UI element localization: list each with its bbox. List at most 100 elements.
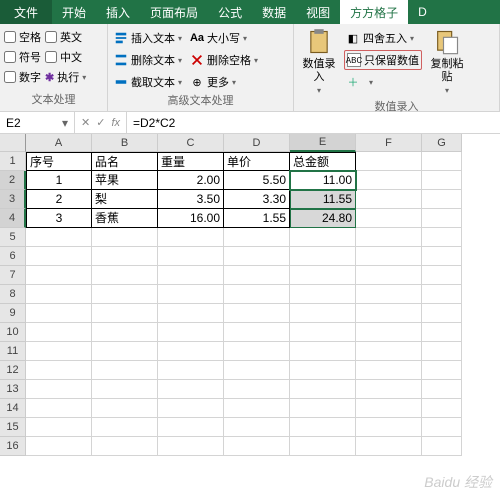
cell-G14[interactable] — [422, 399, 462, 418]
chk-english[interactable]: 英文 — [45, 28, 86, 46]
cell-C8[interactable] — [158, 285, 224, 304]
row-head-13[interactable]: 13 — [0, 380, 26, 399]
btn-del-space[interactable]: 删除空格 ▾ — [188, 50, 260, 70]
cell-E1[interactable]: 总金额 — [290, 152, 356, 171]
tab-file[interactable]: 文件 — [0, 0, 52, 24]
cell-B9[interactable] — [92, 304, 158, 323]
row-head-5[interactable]: 5 — [0, 228, 26, 247]
cell-A9[interactable] — [26, 304, 92, 323]
col-A[interactable]: A — [26, 134, 92, 152]
tab-insert[interactable]: 插入 — [96, 0, 140, 24]
col-E[interactable]: E — [290, 134, 356, 152]
chk-number[interactable]: 数字 — [4, 68, 41, 86]
cell-C12[interactable] — [158, 361, 224, 380]
cell-B14[interactable] — [92, 399, 158, 418]
cell-G15[interactable] — [422, 418, 462, 437]
cell-D5[interactable] — [224, 228, 290, 247]
fx-icon[interactable]: fx — [111, 117, 120, 129]
tab-d[interactable]: D — [408, 0, 437, 24]
tab-view[interactable]: 视图 — [296, 0, 340, 24]
cell-G6[interactable] — [422, 247, 462, 266]
cell-E2[interactable]: 11.00 — [290, 171, 356, 190]
cell-F6[interactable] — [356, 247, 422, 266]
cell-G7[interactable] — [422, 266, 462, 285]
tab-ffgz[interactable]: 方方格子 — [340, 0, 408, 24]
cell-E3[interactable]: 11.55 — [290, 190, 356, 209]
row-head-2[interactable]: 2 — [0, 171, 26, 190]
cell-D4[interactable]: 1.55 — [224, 209, 290, 228]
cell-B5[interactable] — [92, 228, 158, 247]
cell-A6[interactable] — [26, 247, 92, 266]
cell-E4[interactable]: 24.80 — [290, 209, 356, 228]
row-head-11[interactable]: 11 — [0, 342, 26, 361]
cell-A16[interactable] — [26, 437, 92, 456]
cell-E5[interactable] — [290, 228, 356, 247]
cell-E11[interactable] — [290, 342, 356, 361]
cell-D1[interactable]: 单价 — [224, 152, 290, 171]
row-head-9[interactable]: 9 — [0, 304, 26, 323]
cell-F10[interactable] — [356, 323, 422, 342]
cell-F11[interactable] — [356, 342, 422, 361]
cell-B11[interactable] — [92, 342, 158, 361]
cell-A8[interactable] — [26, 285, 92, 304]
cell-G2[interactable] — [422, 171, 462, 190]
cell-F1[interactable] — [356, 152, 422, 171]
cell-C6[interactable] — [158, 247, 224, 266]
tab-home[interactable]: 开始 — [52, 0, 96, 24]
tab-pagelayout[interactable]: 页面布局 — [140, 0, 208, 24]
chk-symbol[interactable]: 符号 — [4, 48, 41, 66]
btn-more[interactable]: ⊕更多 ▾ — [188, 72, 260, 92]
cell-C1[interactable]: 重量 — [158, 152, 224, 171]
cell-G1[interactable] — [422, 152, 462, 171]
cell-G10[interactable] — [422, 323, 462, 342]
cell-G13[interactable] — [422, 380, 462, 399]
cell-D15[interactable] — [224, 418, 290, 437]
btn-execute[interactable]: ✱执行▾ — [45, 68, 86, 86]
cell-F8[interactable] — [356, 285, 422, 304]
row-head-15[interactable]: 15 — [0, 418, 26, 437]
cell-B6[interactable] — [92, 247, 158, 266]
cell-F5[interactable] — [356, 228, 422, 247]
row-head-3[interactable]: 3 — [0, 190, 26, 209]
cell-A1[interactable]: 序号 — [26, 152, 92, 171]
cell-A3[interactable]: 2 — [26, 190, 92, 209]
cell-G9[interactable] — [422, 304, 462, 323]
row-head-4[interactable]: 4 — [0, 209, 26, 228]
chk-space[interactable]: 空格 — [4, 28, 41, 46]
tab-formulas[interactable]: 公式 — [208, 0, 252, 24]
cell-A5[interactable] — [26, 228, 92, 247]
cell-D16[interactable] — [224, 437, 290, 456]
cell-F2[interactable] — [356, 171, 422, 190]
chk-chinese[interactable]: 中文 — [45, 48, 86, 66]
row-head-12[interactable]: 12 — [0, 361, 26, 380]
cell-G8[interactable] — [422, 285, 462, 304]
btn-insert-text[interactable]: 插入文本 ▾ — [112, 28, 184, 48]
cell-D2[interactable]: 5.50 — [224, 171, 290, 190]
row-head-7[interactable]: 7 — [0, 266, 26, 285]
col-C[interactable]: C — [158, 134, 224, 152]
cell-F14[interactable] — [356, 399, 422, 418]
cell-A2[interactable]: 1 — [26, 171, 92, 190]
cell-A14[interactable] — [26, 399, 92, 418]
btn-keep-value[interactable]: ABC只保留数值 — [344, 50, 422, 70]
cell-F4[interactable] — [356, 209, 422, 228]
row-head-1[interactable]: 1 — [0, 152, 26, 171]
row-head-14[interactable]: 14 — [0, 399, 26, 418]
name-box[interactable]: E2▾ — [0, 112, 75, 133]
cell-F15[interactable] — [356, 418, 422, 437]
cell-B4[interactable]: 香蕉 — [92, 209, 158, 228]
cell-B7[interactable] — [92, 266, 158, 285]
tab-data[interactable]: 数据 — [252, 0, 296, 24]
cell-B2[interactable]: 苹果 — [92, 171, 158, 190]
cell-B13[interactable] — [92, 380, 158, 399]
cell-G5[interactable] — [422, 228, 462, 247]
cell-C5[interactable] — [158, 228, 224, 247]
select-all-corner[interactable] — [0, 134, 26, 152]
cell-E8[interactable] — [290, 285, 356, 304]
cell-B10[interactable] — [92, 323, 158, 342]
cell-G16[interactable] — [422, 437, 462, 456]
btn-delete-text[interactable]: 删除文本 ▾ — [112, 50, 184, 70]
cell-C11[interactable] — [158, 342, 224, 361]
cell-D14[interactable] — [224, 399, 290, 418]
cell-C10[interactable] — [158, 323, 224, 342]
